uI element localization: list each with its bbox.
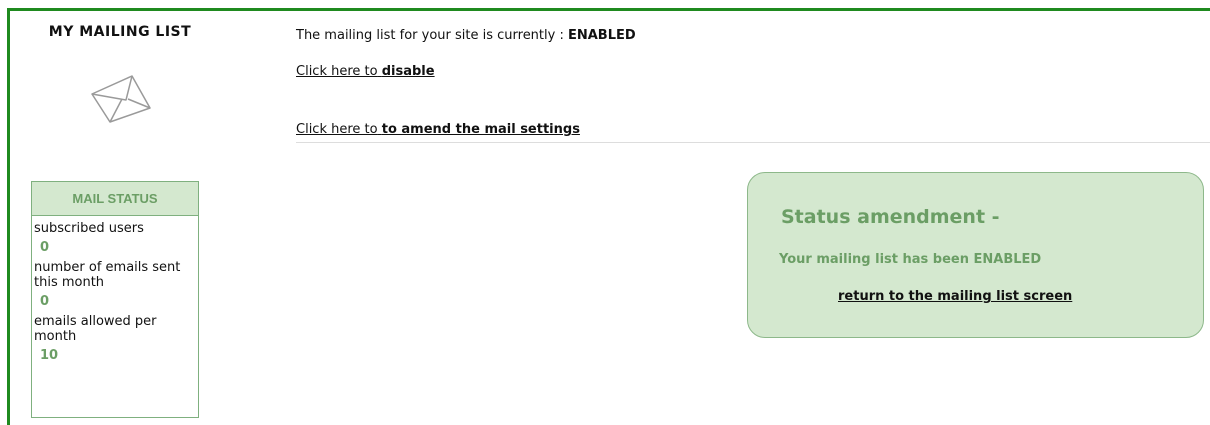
emails-sent-value: 0 <box>40 294 50 309</box>
status-value: ENABLED <box>567 28 636 43</box>
sidebar-title: MY MAILING LIST <box>48 24 192 40</box>
amend-settings-link[interactable]: Click here to to amend the mail settings <box>296 122 580 137</box>
divider <box>296 142 1210 143</box>
mailing-list-status: The mailing list for your site is curren… <box>296 28 636 43</box>
status-amendment-box: Status amendment - Your mailing list has… <box>747 172 1204 338</box>
emails-allowed-label: emails allowed per month <box>34 314 157 344</box>
mail-status-header: MAIL STATUS <box>32 182 198 216</box>
disable-link-prefix: Click here to <box>296 64 378 79</box>
amendment-message: Your mailing list has been ENABLED <box>779 252 1042 267</box>
disable-link-action: disable <box>381 64 435 79</box>
emails-allowed-value: 10 <box>40 348 59 363</box>
amendment-title: Status amendment - <box>781 206 1000 228</box>
amend-link-prefix: Click here to <box>296 122 378 137</box>
subscribed-users-label: subscribed users <box>34 221 144 236</box>
disable-link[interactable]: Click here to disable <box>296 64 435 79</box>
emails-sent-label: number of emails sent this month <box>34 260 181 290</box>
mail-status-panel: MAIL STATUS subscribed users 0 number of… <box>31 181 199 418</box>
frame-left-border <box>7 8 10 425</box>
status-prefix: The mailing list for your site is curren… <box>296 28 564 43</box>
subscribed-users-value: 0 <box>40 240 50 255</box>
return-to-list-link[interactable]: return to the mailing list screen <box>838 289 1072 304</box>
envelope-icon <box>91 75 151 123</box>
amend-link-action: to amend the mail settings <box>381 122 580 137</box>
